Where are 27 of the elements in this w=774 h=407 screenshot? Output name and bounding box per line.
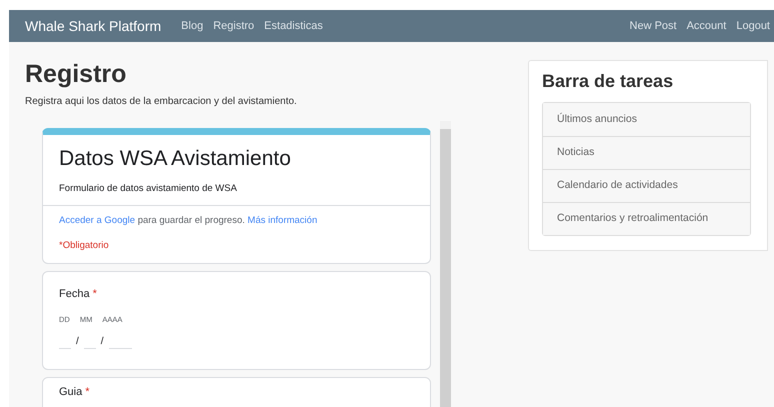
signin-notice: Acceder a Google para guardar el progreso. Más información <box>59 214 318 228</box>
question-label: Guia <box>59 384 82 400</box>
page-subtitle: Registra aqui los datos de la embarcacion y del avistamiento. <box>25 95 298 109</box>
sidebar-item[interactable]: Últimos anuncios <box>543 103 750 136</box>
scrollbar[interactable] <box>440 121 451 407</box>
more-info-link[interactable]: Más información <box>248 215 318 226</box>
sidebar-item[interactable]: Calendario de actividades <box>543 169 750 202</box>
required-mark: * <box>85 384 90 400</box>
question-label: Fecha <box>59 286 90 302</box>
sidebar-item[interactable]: Noticias <box>543 136 750 169</box>
nav-link[interactable]: New Post <box>630 18 677 34</box>
nav-link[interactable]: Logout <box>736 18 770 34</box>
nav-link[interactable]: Blog <box>181 18 204 34</box>
form-title: Datos WSA Avistamiento <box>59 146 292 172</box>
page-title: Registro <box>25 59 128 89</box>
sidebar-item[interactable]: Comentarios y retroalimentación <box>543 202 750 235</box>
date-separator: / <box>100 334 104 348</box>
nav-link[interactable]: Estadisticas <box>264 18 323 34</box>
brand-link[interactable]: Whale Shark Platform <box>25 16 162 36</box>
form-description: Formulario de datos avistamiento de WSA <box>59 182 238 196</box>
required-note: *Obligatorio <box>59 238 110 252</box>
required-mark: * <box>92 286 97 302</box>
date-separator: / <box>76 334 79 348</box>
nav-link[interactable]: Registro <box>213 18 254 34</box>
signin-link[interactable]: Acceder a Google <box>59 215 136 226</box>
sidebar-title: Barra de tareas <box>542 70 674 93</box>
nav-link[interactable]: Account <box>686 18 726 34</box>
